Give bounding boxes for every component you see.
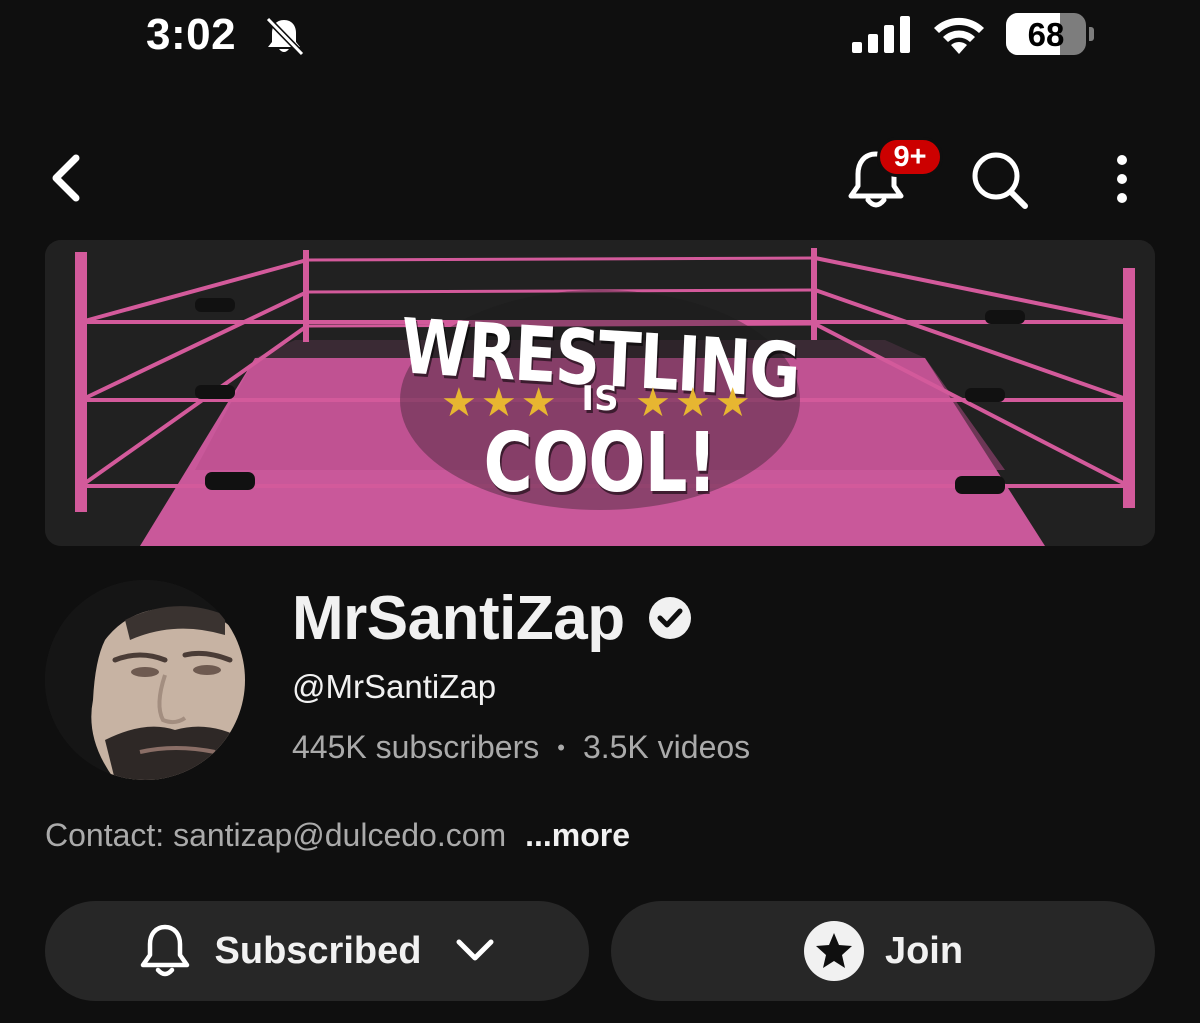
status-time: 3:02 [146,10,237,59]
avatar-face-image [45,580,245,780]
back-chevron-icon [52,154,80,202]
star-badge-icon [803,921,864,981]
battery-level: 68 [1027,16,1065,53]
stats-separator: • [557,734,565,760]
bell-slash-icon [265,16,305,56]
channel-name: MrSantiZap [292,583,625,653]
wifi-icon [934,17,984,54]
cellular-signal-icon [852,16,910,53]
banner-title-line2: IS [581,379,619,419]
channel-description[interactable]: Contact: santizap@dulcedo.com ...more [45,817,630,854]
join-button[interactable]: Join [611,901,1155,1001]
subscribed-bell-icon [140,924,189,977]
description-text: Contact: santizap@dulcedo.com [45,817,507,853]
banner-title-line3: COOL! [483,416,717,511]
status-bar: 3:02 68 [0,0,1200,80]
channel-avatar[interactable] [45,580,245,780]
subscriber-count: 445K subscribers [292,729,540,765]
channel-handle: @MrSantiZap [292,668,497,705]
channel-stats: 445K subscribers • 3.5K videos [292,729,750,766]
more-vertical-icon [1117,155,1127,203]
verified-check-icon [648,597,691,639]
subscribed-label: Subscribed [214,929,422,972]
more-options-button[interactable] [1098,148,1146,212]
search-icon [972,152,1028,209]
battery-cap [1089,27,1094,41]
battery-body: 68 [1006,13,1086,55]
battery-icon: 68 [1006,13,1096,55]
back-button[interactable] [38,148,94,208]
search-button[interactable] [962,148,1034,212]
video-count: 3.5K videos [582,729,751,765]
subscribed-button[interactable]: Subscribed [45,901,589,1001]
description-more-link[interactable]: ...more [525,817,630,853]
chevron-down-icon [456,939,494,961]
join-label: Join [884,929,964,972]
channel-page: 3:02 68 9+ WRESTLING ★★★ IS ★★★ COOL! Mr… [0,0,1200,1023]
notification-badge: 9+ [877,137,943,177]
channel-banner[interactable]: WRESTLING ★★★ IS ★★★ COOL! [45,240,1155,546]
channel-name-row: MrSantiZap [292,580,693,656]
